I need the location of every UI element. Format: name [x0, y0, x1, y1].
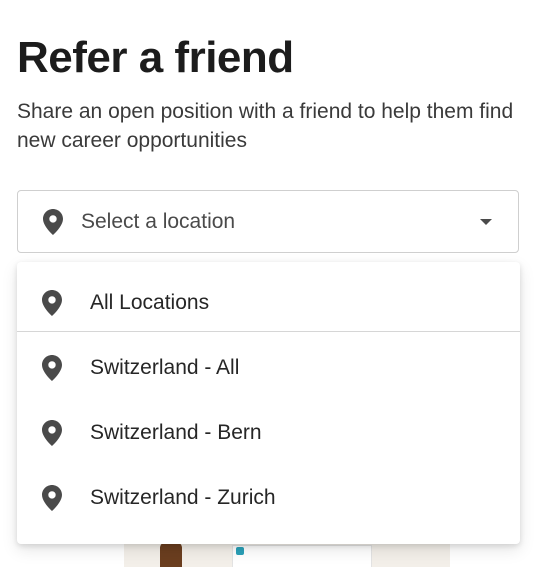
illustration-accent	[236, 547, 244, 555]
location-select[interactable]: Select a location	[17, 190, 519, 253]
location-pin-icon	[41, 354, 63, 382]
location-option-switzerland-zurich[interactable]: Switzerland - Zurich	[17, 470, 520, 526]
location-option-label: Switzerland - All	[90, 356, 240, 379]
location-select-placeholder: Select a location	[81, 209, 236, 233]
location-pin-icon	[41, 484, 63, 512]
dropdown-divider	[17, 331, 520, 332]
location-pin-icon	[42, 208, 64, 236]
location-option-switzerland-bern[interactable]: Switzerland - Bern	[17, 405, 520, 461]
caret-down-icon	[480, 218, 492, 225]
location-option-all-locations[interactable]: All Locations	[17, 275, 520, 331]
location-option-label: Switzerland - Bern	[90, 421, 262, 444]
location-option-switzerland-all[interactable]: Switzerland - All	[17, 340, 520, 396]
location-pin-icon	[41, 289, 63, 317]
page-title: Refer a friend	[17, 33, 294, 82]
page-subtitle: Share an open position with a friend to …	[17, 100, 514, 152]
location-dropdown-menu: All Locations Switzerland - All Switzerl…	[17, 262, 520, 544]
location-pin-icon	[41, 419, 63, 447]
illustration-figure	[160, 542, 182, 567]
illustration-card	[232, 545, 372, 567]
location-option-label: All Locations	[90, 291, 210, 314]
refer-a-friend-page: Refer a friend Share an open position wi…	[0, 0, 551, 567]
location-option-label: Switzerland - Zurich	[90, 486, 276, 509]
